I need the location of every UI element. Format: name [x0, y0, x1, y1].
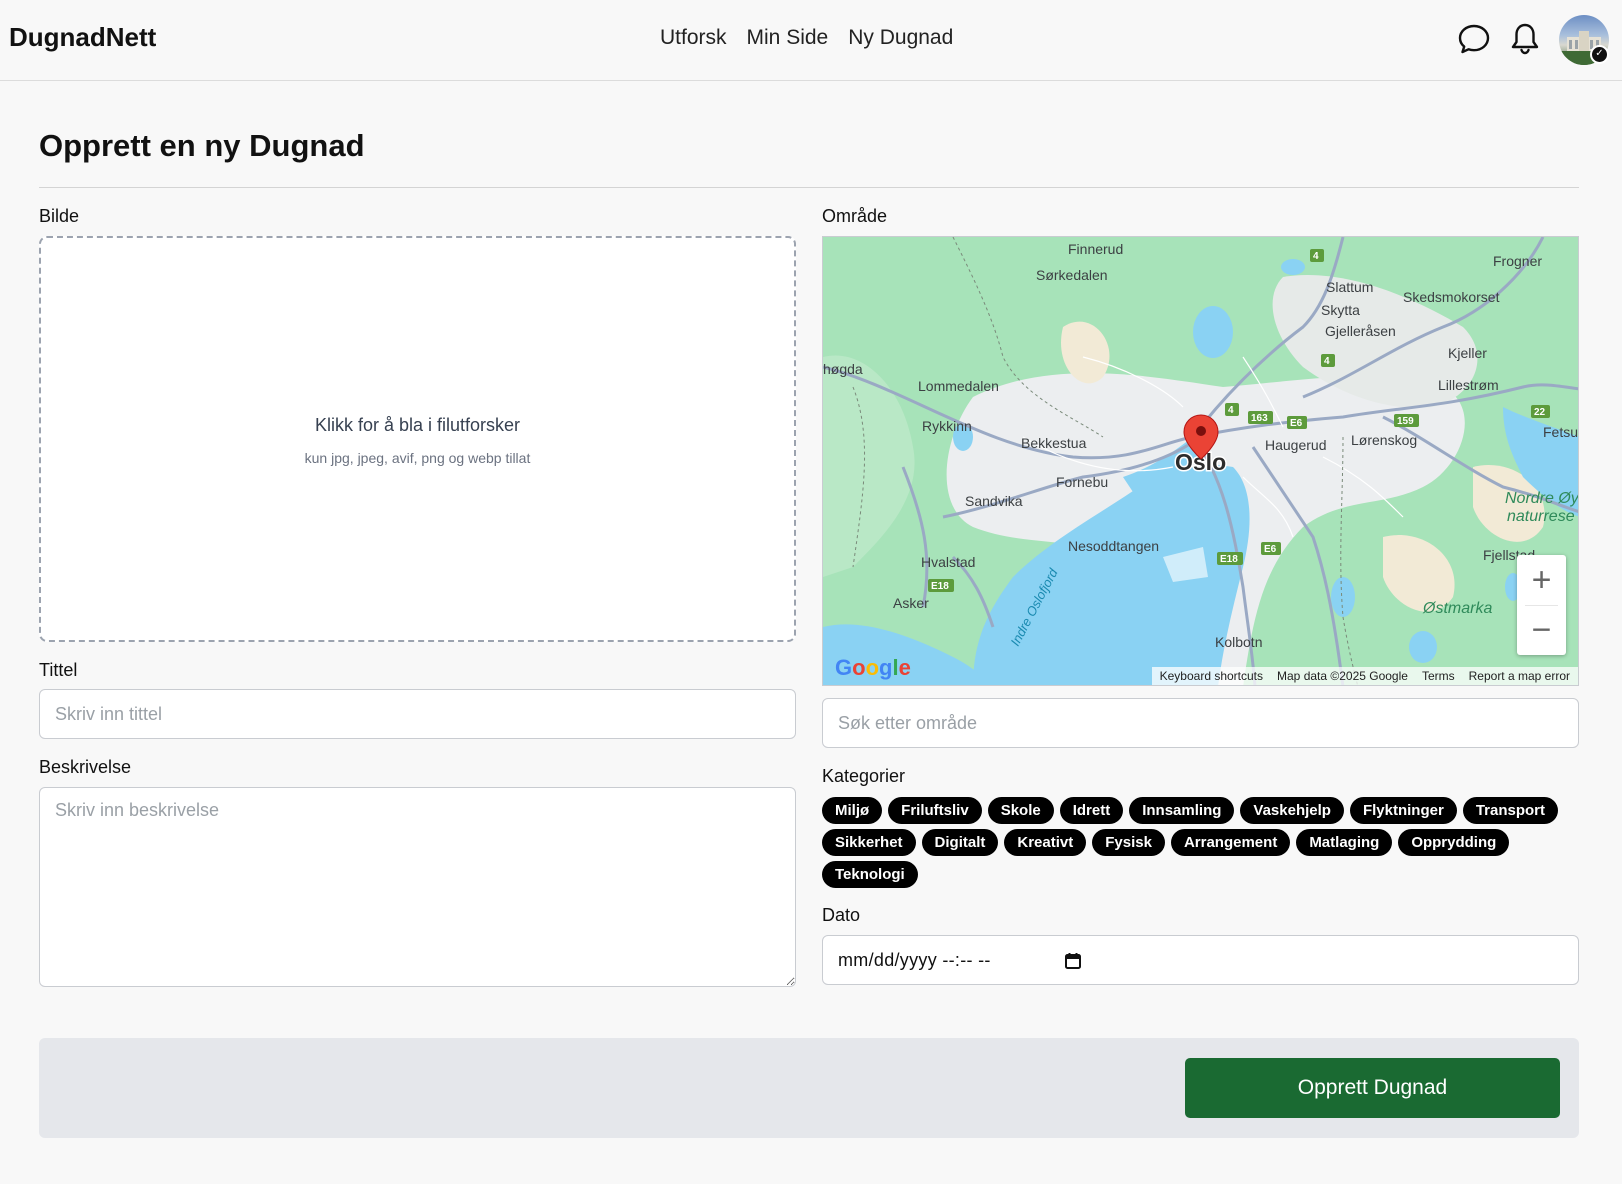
svg-text:Frogner: Frogner: [1493, 253, 1542, 269]
category-chip-friluftsliv[interactable]: Friluftsliv: [888, 797, 982, 824]
svg-text:E18: E18: [1220, 554, 1238, 565]
description-label: Beskrivelse: [39, 757, 132, 777]
svg-text:Hvalstad: Hvalstad: [921, 554, 975, 570]
map-attribution: Keyboard shortcuts Map data ©2025 Google…: [1151, 667, 1578, 685]
area-search-input[interactable]: [822, 698, 1579, 748]
category-chip-opprydding[interactable]: Opprydding: [1398, 829, 1510, 856]
zoom-in-button[interactable]: +: [1517, 555, 1566, 605]
area-map[interactable]: 4 4 4 163 E6 159 22 E6 E18 E18 Finnerud …: [822, 236, 1579, 686]
svg-text:Lommedalen: Lommedalen: [918, 378, 999, 394]
category-chip-skole[interactable]: Skole: [987, 797, 1054, 824]
map-zoom-controls: + −: [1517, 555, 1566, 655]
category-chip-sikkerhet[interactable]: Sikkerhet: [822, 829, 916, 856]
image-dropzone[interactable]: Klikk for å bla i filutforsker kun jpg, …: [39, 236, 796, 642]
date-input[interactable]: mm/dd/yyyy --:-- --: [822, 935, 1579, 985]
category-chip-list: Miljø Friluftsliv Skole Idrett Innsamlin…: [822, 797, 1582, 888]
category-chip-matlaging[interactable]: Matlaging: [1296, 829, 1393, 856]
title-divider: [39, 187, 1579, 188]
category-chip-fysisk[interactable]: Fysisk: [1092, 829, 1165, 856]
svg-text:Nesoddtangen: Nesoddtangen: [1068, 538, 1159, 554]
nav-links: Utforsk Min Side Ny Dugnad: [660, 26, 953, 50]
svg-text:E6: E6: [1290, 418, 1303, 429]
svg-text:Lørenskog: Lørenskog: [1351, 432, 1417, 448]
svg-text:Fetsu: Fetsu: [1543, 424, 1578, 440]
zoom-out-button[interactable]: −: [1517, 605, 1566, 655]
svg-text:22: 22: [1534, 407, 1546, 418]
svg-text:Kolbotn: Kolbotn: [1215, 634, 1262, 650]
area-label: Område: [822, 206, 888, 226]
categories-label: Kategorier: [822, 766, 906, 786]
svg-text:4: 4: [1313, 251, 1319, 262]
nav-link-utforsk[interactable]: Utforsk: [660, 26, 727, 50]
category-chip-miljo[interactable]: Miljø: [822, 797, 883, 824]
svg-text:Bekkestua: Bekkestua: [1021, 435, 1087, 451]
bell-icon[interactable]: [1507, 21, 1543, 57]
svg-text:Asker: Asker: [893, 595, 929, 611]
svg-text:163: 163: [1251, 413, 1268, 424]
svg-text:E6: E6: [1264, 544, 1277, 555]
category-chip-idrett[interactable]: Idrett: [1059, 797, 1124, 824]
svg-text:Slattum: Slattum: [1326, 279, 1373, 295]
category-chip-flyktninger[interactable]: Flyktninger: [1349, 797, 1457, 824]
svg-text:Sørkedalen: Sørkedalen: [1036, 267, 1108, 283]
category-chip-kreativt[interactable]: Kreativt: [1004, 829, 1087, 856]
calendar-icon[interactable]: [1064, 952, 1082, 970]
svg-text:Østmarka: Østmarka: [1422, 600, 1492, 617]
category-chip-innsamling[interactable]: Innsamling: [1129, 797, 1235, 824]
svg-text:Sandvika: Sandvika: [965, 493, 1023, 509]
create-dugnad-button[interactable]: Opprett Dugnad: [1185, 1058, 1560, 1118]
description-textarea[interactable]: [39, 787, 796, 987]
chat-bubble-icon[interactable]: [1456, 21, 1492, 57]
category-chip-transport[interactable]: Transport: [1462, 797, 1559, 824]
nav-link-min-side[interactable]: Min Side: [747, 26, 829, 50]
svg-text:Skedsmokorset: Skedsmokorset: [1403, 289, 1500, 305]
svg-text:Finnerud: Finnerud: [1068, 241, 1123, 257]
title-label: Tittel: [39, 660, 78, 680]
svg-text:159: 159: [1397, 416, 1414, 427]
svg-text:Haugerud: Haugerud: [1265, 437, 1327, 453]
google-logo: Google: [835, 655, 911, 680]
svg-text:naturrese: naturrese: [1507, 508, 1575, 525]
svg-text:4: 4: [1324, 356, 1330, 367]
svg-text:Nordre Øy: Nordre Øy: [1505, 490, 1579, 507]
date-input-value: mm/dd/yyyy --:-- --: [838, 949, 991, 970]
brand-logo[interactable]: DugnadNett: [9, 22, 156, 53]
dropzone-hint-text: kun jpg, jpeg, avif, png og webp tillat: [304, 450, 531, 466]
category-chip-teknologi[interactable]: Teknologi: [822, 861, 918, 888]
terms-link[interactable]: Terms: [1422, 669, 1455, 685]
category-chip-vaskehjelp[interactable]: Vaskehjelp: [1240, 797, 1344, 824]
dropzone-main-text: Klikk for å bla i filutforsker: [314, 415, 521, 435]
svg-text:Kjeller: Kjeller: [1448, 345, 1487, 361]
svg-text:E18: E18: [931, 581, 949, 592]
svg-text:Skytta: Skytta: [1321, 302, 1360, 318]
svg-text:Fornebu: Fornebu: [1056, 474, 1108, 490]
date-label: Dato: [822, 905, 861, 925]
avatar-dropdown-icon[interactable]: ✓: [1590, 45, 1609, 64]
image-label: Bilde: [39, 206, 80, 226]
top-navbar: DugnadNett Utforsk Min Side Ny Dugnad ✓: [0, 0, 1622, 81]
nav-link-ny-dugnad[interactable]: Ny Dugnad: [848, 26, 953, 50]
keyboard-shortcuts-link[interactable]: Keyboard shortcuts: [1160, 669, 1263, 685]
svg-text:Rykkinn: Rykkinn: [922, 418, 972, 434]
svg-text:høgda: høgda: [823, 361, 863, 377]
map-data-text: Map data ©2025 Google: [1277, 669, 1408, 683]
title-input[interactable]: [39, 689, 796, 739]
category-chip-arrangement[interactable]: Arrangement: [1170, 829, 1291, 856]
category-chip-digitalt[interactable]: Digitalt: [921, 829, 999, 856]
page-title: Opprett en ny Dugnad: [39, 128, 365, 163]
report-map-error-link[interactable]: Report a map error: [1469, 669, 1570, 685]
svg-text:Lillestrøm: Lillestrøm: [1438, 377, 1499, 393]
svg-text:Gjelleråsen: Gjelleråsen: [1325, 323, 1396, 339]
svg-text:4: 4: [1228, 405, 1234, 416]
